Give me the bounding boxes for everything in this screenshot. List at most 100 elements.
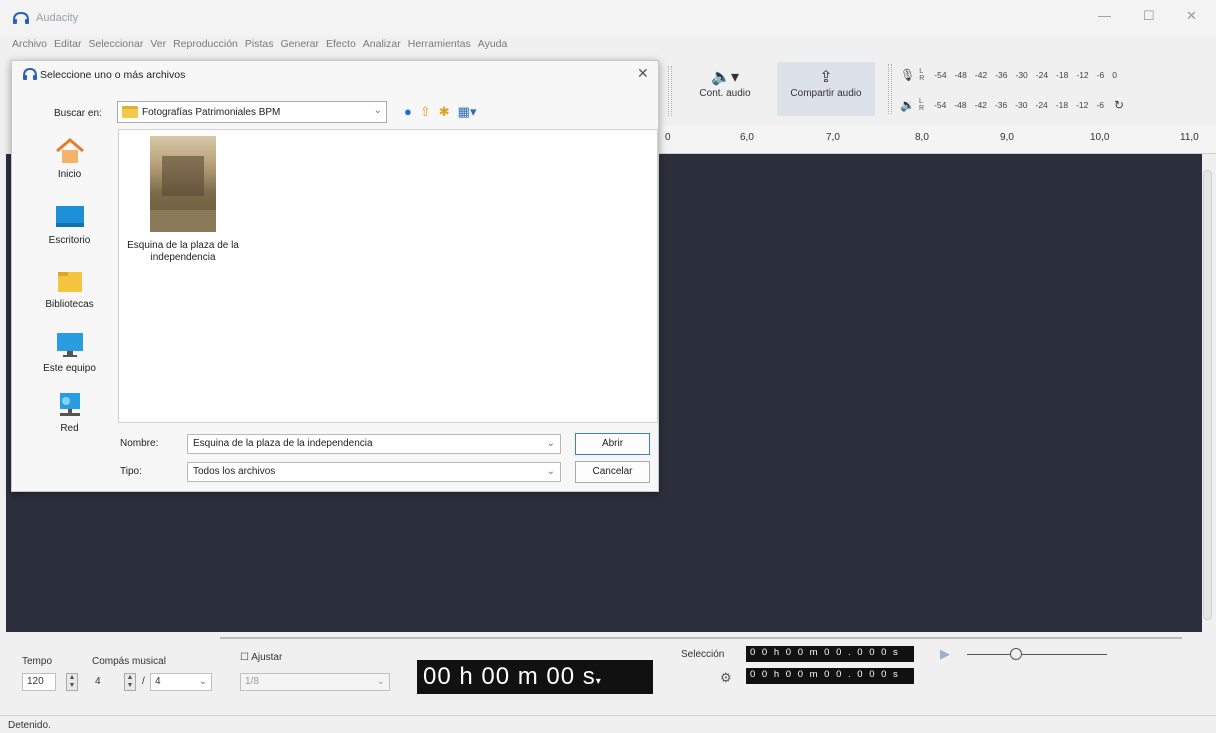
menu-seleccionar[interactable]: Seleccionar — [88, 38, 143, 54]
vertical-scrollbar[interactable] — [1203, 170, 1212, 620]
selection-start-field[interactable]: 0 0 h 0 0 m 0 0 . 0 0 0 s — [746, 646, 914, 662]
share-audio-button[interactable]: ⇪ Compartir audio — [777, 68, 875, 99]
snap-value: 1/8 — [245, 676, 259, 687]
title-bar: Audacity — ☐ ✕ — [0, 0, 1216, 36]
menu-efecto[interactable]: Efecto — [326, 38, 356, 54]
look-in-label: Buscar en: — [54, 108, 102, 119]
look-in-combobox[interactable]: Fotografías Patrimoniales BPM ⌄ — [117, 101, 387, 123]
speaker-icon: 🔉 — [900, 98, 915, 112]
libraries-icon — [57, 272, 82, 292]
menu-generar[interactable]: Generar — [280, 38, 319, 54]
slider-thumb[interactable] — [1010, 648, 1022, 660]
record-meter[interactable]: 🎙 LR -54 -48 -42 -36 -30 -24 -18 -12 -6 … — [900, 64, 1117, 86]
audio-setup-label: Cont. audio — [699, 88, 751, 99]
scale-label: -36 — [995, 70, 1008, 80]
timeline-ruler[interactable]: 0 6,0 7,0 8,0 9,0 10,0 11,0 — [660, 126, 1216, 154]
place-label: Inicio — [57, 169, 82, 180]
snap-select[interactable]: 1/8 ⌄ — [240, 673, 390, 691]
minimize-button[interactable]: — — [1098, 8, 1111, 23]
menu-archivo[interactable]: Archivo — [12, 38, 47, 54]
place-red[interactable]: Red — [22, 391, 117, 434]
cancel-button[interactable]: Cancelar — [575, 461, 650, 483]
menu-pistas[interactable]: Pistas — [245, 38, 274, 54]
view-menu-icon[interactable]: ▦▾ — [458, 104, 477, 120]
ts-separator: / — [142, 676, 145, 687]
snap-label: Ajustar — [251, 652, 283, 663]
place-bibliotecas[interactable]: Bibliotecas — [22, 267, 117, 310]
place-label: Red — [60, 423, 79, 434]
place-label: Escritorio — [48, 235, 91, 246]
scale-label: -30 — [1015, 100, 1028, 110]
time-display[interactable]: 00 h 00 m 00 s▾ — [417, 660, 653, 694]
play-speed-slider[interactable] — [967, 654, 1107, 655]
close-button[interactable]: ✕ — [1186, 8, 1197, 24]
horizontal-scrollbar[interactable] — [220, 637, 1182, 639]
scale-label: -6 — [1096, 100, 1104, 110]
file-list[interactable]: Esquina de la plaza de la independencia — [118, 129, 658, 423]
back-icon[interactable]: ● — [404, 104, 412, 120]
place-inicio[interactable]: Inicio — [22, 137, 117, 180]
new-folder-icon[interactable]: ✱ — [439, 104, 450, 120]
chevron-down-icon: ⌄ — [546, 438, 555, 449]
dialog-toolbar: ● ⇧ ✱ ▦▾ — [404, 104, 476, 120]
scale-label: -30 — [1015, 70, 1028, 80]
chevron-down-icon: ▾ — [595, 676, 602, 687]
scale-label: -42 — [974, 70, 988, 80]
computer-icon — [56, 333, 83, 357]
menu-analizar[interactable]: Analizar — [363, 38, 401, 54]
chevron-down-icon: ⌄ — [373, 105, 382, 116]
share-upload-icon: ⇪ — [819, 69, 833, 86]
ts-denominator-select[interactable]: 4 ⌄ — [150, 673, 212, 691]
up-folder-icon[interactable]: ⇧ — [420, 104, 431, 120]
desktop-icon — [55, 206, 84, 227]
selection-end-field[interactable]: 0 0 h 0 0 m 0 0 . 0 0 0 s — [746, 668, 914, 684]
play-at-speed-icon[interactable]: ▶ — [940, 646, 950, 662]
filetype-select[interactable]: Todos los archivos ⌄ — [187, 462, 561, 482]
meter-grip[interactable] — [888, 64, 892, 114]
scale-label: -48 — [954, 100, 967, 110]
dialog-close-button[interactable]: ✕ — [637, 65, 649, 82]
menu-reproduccion[interactable]: Reproducción — [173, 38, 238, 54]
place-este-equipo[interactable]: Este equipo — [22, 331, 117, 374]
ruler-tick: 11,0 — [1180, 132, 1199, 143]
playback-volume-knob-icon[interactable]: ↻ — [1114, 98, 1124, 112]
file-item[interactable]: Esquina de la plaza de la independencia — [123, 136, 243, 264]
gear-icon[interactable]: ⚙ — [720, 670, 732, 686]
tempo-spinner[interactable]: ▲ ▼ — [66, 673, 78, 691]
menu-herramientas[interactable]: Herramientas — [408, 38, 471, 54]
status-text: Detenido. — [8, 720, 51, 731]
menu-editar[interactable]: Editar — [54, 38, 81, 54]
menu-ayuda[interactable]: Ayuda — [478, 38, 508, 54]
ts-spinner[interactable]: ▲ ▼ — [124, 673, 136, 691]
audio-setup-button[interactable]: 🔈▾ Cont. audio — [690, 68, 760, 99]
folder-icon — [122, 106, 138, 118]
playback-meter[interactable]: 🔉 LR -54 -48 -42 -36 -30 -24 -18 -12 -6 … — [900, 94, 1124, 116]
lr-indicator: LR — [919, 68, 925, 82]
scale-label: -54 — [934, 70, 947, 80]
filename-value: Esquina de la plaza de la independencia — [193, 438, 373, 449]
lr-indicator: LR — [918, 98, 925, 112]
home-icon — [55, 138, 84, 163]
ruler-tick: 8,0 — [915, 132, 929, 143]
status-bar: Detenido. — [0, 715, 1216, 733]
maximize-button[interactable]: ☐ — [1143, 8, 1155, 24]
scale-label: -36 — [994, 100, 1008, 110]
chevron-down-icon: ⌄ — [376, 676, 385, 687]
filename-input[interactable]: Esquina de la plaza de la independencia … — [187, 434, 561, 454]
menu-ver[interactable]: Ver — [150, 38, 166, 54]
toolbar-grip[interactable] — [668, 66, 672, 116]
image-thumbnail — [150, 136, 216, 232]
filename-label: Nombre: — [120, 438, 159, 449]
snap-checkbox[interactable]: ☐ Ajustar — [240, 652, 282, 663]
tempo-input[interactable]: 120 — [22, 673, 56, 691]
network-icon — [59, 393, 80, 416]
place-escritorio[interactable]: Escritorio — [22, 203, 117, 246]
audacity-logo-icon — [13, 11, 29, 24]
time-value: 00 h 00 m 00 s — [423, 663, 596, 690]
scale-label: -54 — [934, 100, 947, 110]
audacity-logo-icon — [23, 68, 37, 80]
ts-numerator[interactable]: 4 — [95, 676, 101, 687]
dialog-title: Seleccione uno o más archivos — [40, 69, 186, 81]
ruler-tick: 10,0 — [1090, 132, 1110, 143]
open-button[interactable]: Abrir — [575, 433, 650, 455]
